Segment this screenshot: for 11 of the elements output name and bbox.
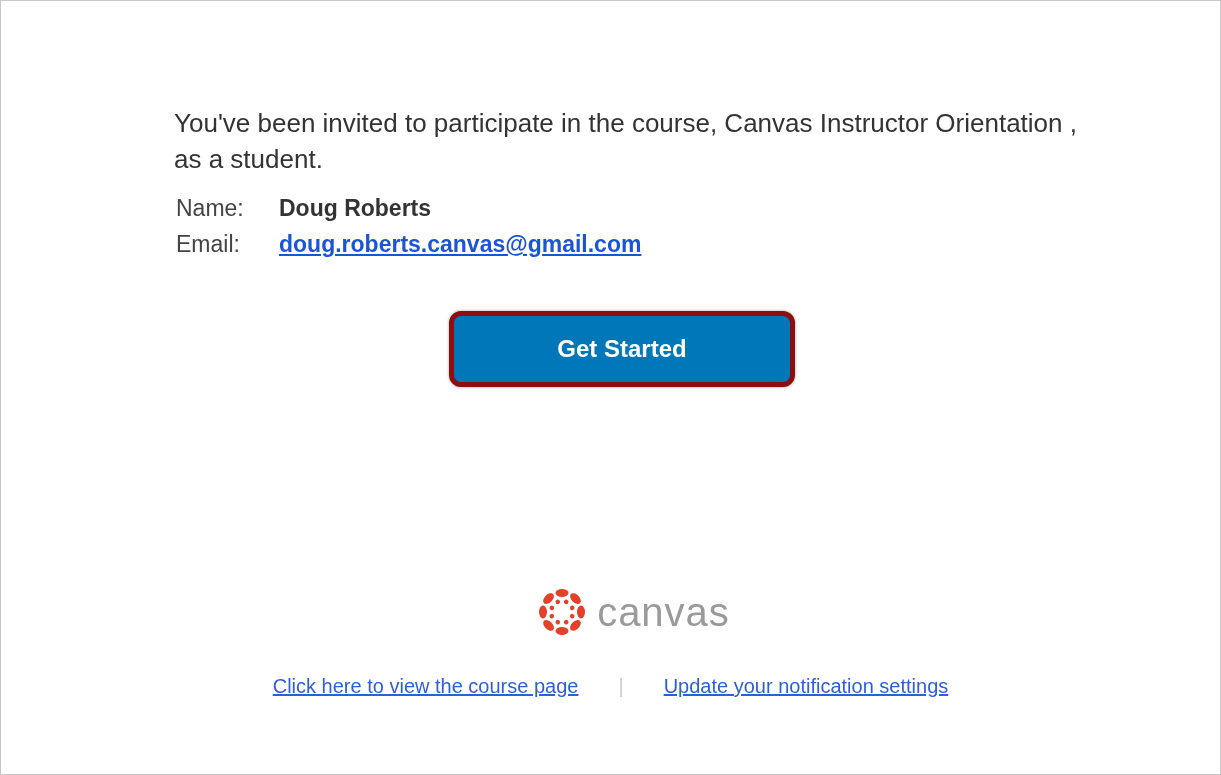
name-value: Doug Roberts <box>279 194 432 223</box>
field-label: Email: <box>175 230 241 259</box>
email-link[interactable]: doug.roberts.canvas@gmail.com <box>279 229 642 259</box>
get-started-button[interactable]: Get Started <box>449 311 795 387</box>
course-page-link[interactable]: Click here to view the course page <box>272 671 579 701</box>
canvas-wordmark: canvas <box>597 590 730 634</box>
canvas-logo-icon <box>537 587 588 637</box>
field-label: Name: <box>175 194 245 223</box>
notification-settings-link[interactable]: Update your notification settings <box>663 671 949 701</box>
invitation-text: You've been invited to participate in the course, Canvas Instructor Orientation , as a student. <box>174 107 1078 176</box>
separator-text: | <box>618 674 624 699</box>
